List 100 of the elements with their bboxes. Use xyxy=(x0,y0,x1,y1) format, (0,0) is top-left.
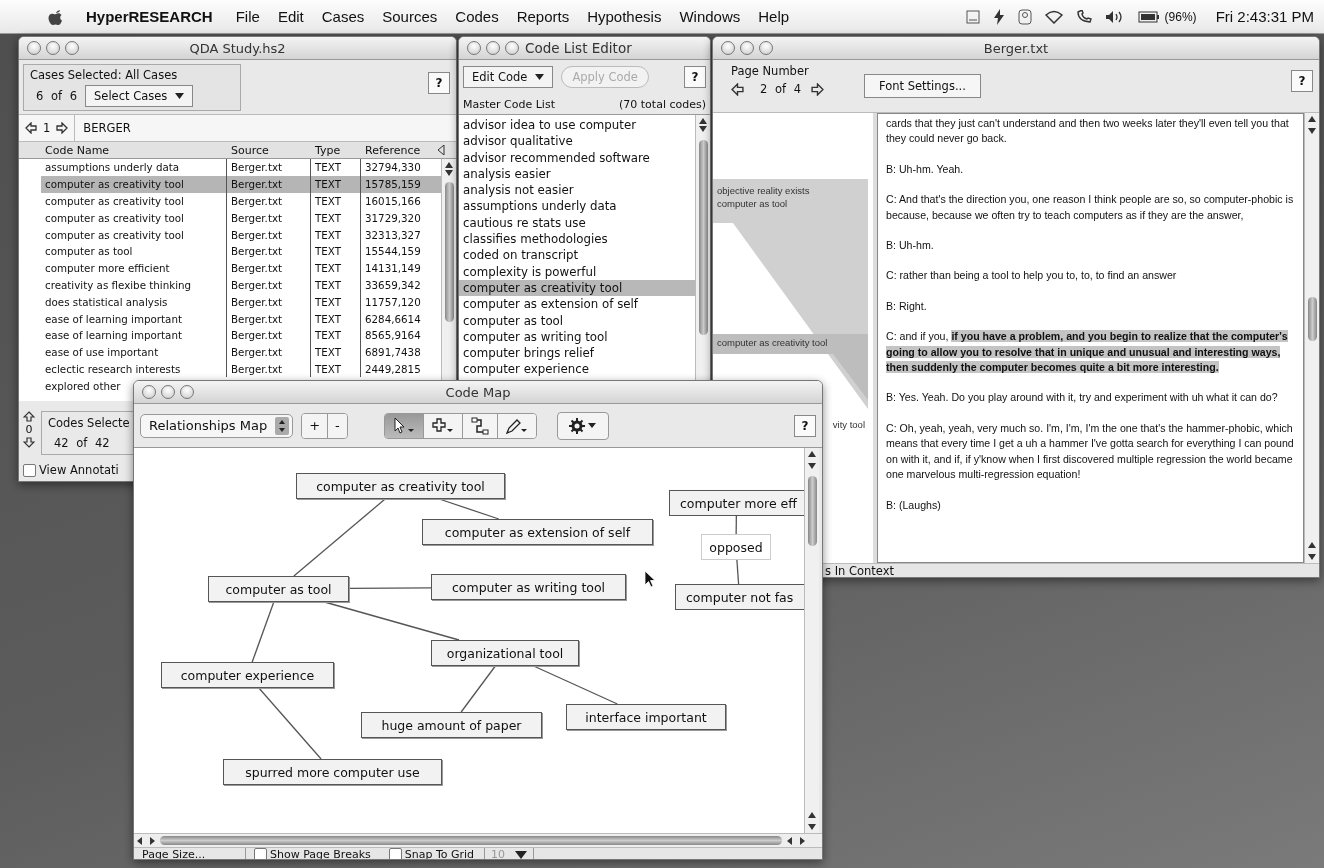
minimize-button[interactable] xyxy=(46,41,60,55)
scroll-up-icon[interactable] xyxy=(1308,542,1316,548)
font-settings-button[interactable]: Font Settings... xyxy=(864,74,981,98)
code-list-item[interactable]: computer as creativity tool xyxy=(459,279,695,297)
menu-clock[interactable]: Fri 2:43:31 PM xyxy=(1215,8,1314,25)
zoom-button[interactable] xyxy=(65,41,79,55)
code-list-item[interactable]: computer as writing tool xyxy=(459,328,695,346)
connector-line[interactable] xyxy=(258,687,322,760)
map-type-dropdown[interactable]: Relationships Map xyxy=(140,413,294,438)
code-node[interactable]: spurred more computer use xyxy=(223,759,442,785)
scroll-down-icon[interactable] xyxy=(808,463,816,469)
horizontal-scrollbar[interactable] xyxy=(134,833,822,847)
scrollbar[interactable] xyxy=(1304,113,1319,563)
margin-code-label[interactable]: computer as creativity tool xyxy=(717,337,828,348)
up-arrow-icon[interactable] xyxy=(23,411,35,422)
next-arrow-icon[interactable] xyxy=(56,122,69,134)
code-list-item[interactable]: analysis easier xyxy=(459,165,695,183)
pen-tool-button[interactable] xyxy=(497,413,536,438)
table-row[interactable]: ease of use important Berger.txt TEXT 6891,7438 xyxy=(41,343,441,361)
table-row[interactable]: ease of learning important Berger.txt TEXT 6284,6614 xyxy=(41,310,441,327)
scroll-thumb[interactable] xyxy=(807,476,817,546)
minimize-button[interactable] xyxy=(486,41,500,55)
zoom-button[interactable] xyxy=(180,385,194,399)
code-node[interactable]: computer as creativity tool xyxy=(296,473,505,499)
code-node[interactable]: computer as writing tool xyxy=(431,574,626,600)
scrollbar[interactable] xyxy=(695,115,710,381)
next-arrow-icon[interactable] xyxy=(811,82,825,96)
code-list-item[interactable]: advisor recommended software xyxy=(459,149,695,166)
close-button[interactable] xyxy=(467,41,481,55)
menu-item[interactable]: Cases xyxy=(321,8,365,25)
code-list-item[interactable]: computer experience xyxy=(459,361,695,378)
down-arrow-icon[interactable] xyxy=(23,437,35,448)
code-list-item[interactable]: computer as tool xyxy=(459,312,695,329)
scroll-up-icon[interactable] xyxy=(808,451,816,457)
table-row[interactable]: computer as creativity tool Berger.txt TEXT 32313,327 xyxy=(41,226,441,243)
close-button[interactable] xyxy=(27,41,41,55)
help-button[interactable]: ? xyxy=(684,66,706,88)
bolt-icon[interactable] xyxy=(992,8,1005,25)
scroll-down-icon[interactable] xyxy=(445,170,453,176)
code-node[interactable]: computer more eff xyxy=(669,490,804,516)
scroll-down-icon[interactable] xyxy=(699,126,707,132)
connector-line[interactable] xyxy=(735,515,737,535)
table-row[interactable]: computer as tool Berger.txt TEXT 15544,159 xyxy=(41,243,441,260)
column-header[interactable]: Code Name xyxy=(41,143,227,157)
code-node[interactable]: computer as extension of self xyxy=(422,519,653,545)
scroll-thumb[interactable] xyxy=(1307,297,1317,341)
previous-arrow-icon[interactable] xyxy=(25,122,37,134)
code-list-item[interactable]: coded on transcript xyxy=(459,247,695,264)
speaker-icon[interactable] xyxy=(1104,9,1125,24)
scroll-up-icon[interactable] xyxy=(445,162,453,168)
checkbox[interactable] xyxy=(388,848,402,859)
column-header[interactable]: Source xyxy=(227,143,311,157)
margin-code-label[interactable]: vity tool xyxy=(832,419,865,430)
code-node[interactable]: computer experience xyxy=(161,662,334,688)
connector-line[interactable] xyxy=(348,587,432,590)
checkbox[interactable] xyxy=(23,463,36,477)
settings-menu-button[interactable] xyxy=(556,411,609,440)
link-tool-button[interactable] xyxy=(462,413,498,438)
code-list-item[interactable]: assumptions underly data xyxy=(459,198,695,215)
column-header[interactable]: Type xyxy=(311,143,361,157)
table-row[interactable]: does statistical analysis Berger.txt TEXT 11757,120 xyxy=(41,293,441,311)
zoom-out-button[interactable]: - xyxy=(328,413,347,438)
help-button[interactable]: ? xyxy=(428,72,450,94)
minimize-button[interactable] xyxy=(740,41,754,55)
scroll-thumb[interactable] xyxy=(698,140,708,335)
scroll-down-icon[interactable] xyxy=(1308,128,1316,134)
phone-icon[interactable] xyxy=(1075,9,1092,24)
table-row[interactable]: eclectic research interests Berger.txt TEXT 2449,2815 xyxy=(41,360,441,378)
help-button[interactable]: ? xyxy=(794,414,816,437)
menu-item[interactable]: Hypothesis xyxy=(587,8,662,25)
zoom-in-button[interactable]: + xyxy=(302,413,329,438)
scroll-up-icon[interactable] xyxy=(808,812,816,818)
relation-label[interactable]: opposed xyxy=(701,534,771,560)
code-node[interactable]: huge amount of paper xyxy=(361,712,542,738)
table-row[interactable]: computer as creativity tool Berger.txt TEXT 16015,166 xyxy=(41,192,441,210)
wifi-icon[interactable] xyxy=(1044,9,1063,24)
menu-item[interactable]: Windows xyxy=(679,8,741,25)
badge-icon[interactable] xyxy=(1017,8,1032,25)
margin-code-label[interactable]: computer as tool xyxy=(717,198,788,209)
connector-line[interactable] xyxy=(251,601,275,663)
column-header[interactable]: Reference xyxy=(361,143,437,157)
app-menu[interactable]: HyperRESEARCH xyxy=(86,8,213,25)
scroll-arrows-icon[interactable] xyxy=(136,836,156,845)
help-button[interactable]: ? xyxy=(1291,70,1313,92)
menu-item[interactable]: Codes xyxy=(455,8,499,25)
code-list-item[interactable]: advisor idea to use computer xyxy=(459,117,695,134)
table-row[interactable]: ease of learning important Berger.txt TEXT 8565,9164 xyxy=(41,326,441,344)
table-row[interactable]: computer more efficient Berger.txt TEXT 14131,149 xyxy=(41,259,441,277)
margin-code-label[interactable]: objective reality exists xyxy=(717,185,810,196)
menu-item[interactable]: File xyxy=(235,8,260,25)
table-row[interactable]: computer as creativity tool Berger.txt TEXT 15785,159 xyxy=(41,175,441,193)
add-tool-button[interactable] xyxy=(423,413,463,438)
menu-item[interactable]: Sources xyxy=(382,8,438,25)
connector-line[interactable] xyxy=(460,665,496,713)
code-node[interactable]: organizational tool xyxy=(431,640,579,666)
scroll-arrows-icon[interactable] xyxy=(786,836,806,845)
scroll-down-icon[interactable] xyxy=(1308,554,1316,560)
scroll-thumb[interactable] xyxy=(160,836,782,845)
checkbox[interactable] xyxy=(254,848,267,859)
edit-code-dropdown[interactable]: Edit Code xyxy=(463,66,554,88)
